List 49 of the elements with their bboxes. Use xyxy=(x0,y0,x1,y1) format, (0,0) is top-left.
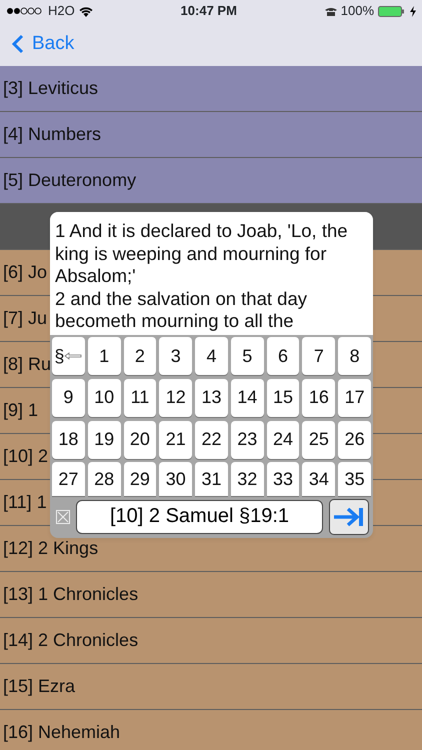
number-key[interactable]: 34 xyxy=(302,462,336,496)
number-key[interactable]: 12 xyxy=(159,378,192,417)
number-key[interactable]: 3 xyxy=(159,337,192,375)
number-key[interactable]: 15 xyxy=(266,378,300,417)
backspace-key[interactable]: § xyxy=(52,337,85,375)
verse-paragraph: 2 and the salvation on that day becometh mourning to all the xyxy=(55,288,308,332)
number-key[interactable]: 30 xyxy=(159,462,192,496)
number-key[interactable]: 18 xyxy=(52,420,85,458)
book-row[interactable]: [3] Leviticus xyxy=(0,66,422,112)
number-key[interactable]: 9 xyxy=(52,378,85,417)
number-key[interactable]: 27 xyxy=(52,462,85,496)
number-key[interactable]: 7 xyxy=(302,337,336,375)
book-row[interactable]: [4] Numbers xyxy=(0,112,422,158)
number-key[interactable]: 25 xyxy=(302,420,336,458)
number-key[interactable]: 5 xyxy=(230,337,264,375)
clock-time: 10:47 PM xyxy=(180,2,238,20)
number-key[interactable]: 4 xyxy=(195,337,228,375)
number-key[interactable]: 31 xyxy=(195,462,228,496)
number-key[interactable]: 6 xyxy=(266,337,300,375)
number-key[interactable]: 11 xyxy=(124,378,156,417)
reference-field[interactable]: [10] 2 Samuel §19:1 xyxy=(76,500,323,534)
book-row[interactable]: [15] Ezra xyxy=(0,664,422,710)
number-key[interactable]: 21 xyxy=(159,420,192,458)
number-key[interactable]: 2 xyxy=(124,337,156,375)
battery-percent: 100% xyxy=(340,2,374,20)
number-key[interactable]: 10 xyxy=(88,378,121,417)
number-key[interactable]: 24 xyxy=(266,420,300,458)
number-key[interactable]: 35 xyxy=(338,462,371,496)
number-key[interactable]: 1 xyxy=(88,337,121,375)
number-key[interactable]: 20 xyxy=(124,420,156,458)
number-key[interactable]: 16 xyxy=(302,378,336,417)
book-row[interactable]: [16] Nehemiah xyxy=(0,710,422,750)
number-key[interactable]: 33 xyxy=(266,462,300,496)
verse-paragraph: 1 And it is declared to Joab, 'Lo, the king is weeping and mourning for Absalom;' xyxy=(55,220,349,288)
book-row[interactable]: [14] 2 Chronicles xyxy=(0,618,422,664)
number-key[interactable]: 13 xyxy=(195,378,228,417)
number-key[interactable]: 26 xyxy=(338,420,371,458)
book-row[interactable]: [5] Deuteronomy xyxy=(0,158,422,204)
number-key[interactable]: 29 xyxy=(124,462,156,496)
number-key[interactable]: 19 xyxy=(88,420,121,458)
number-key[interactable]: 22 xyxy=(195,420,228,458)
number-key[interactable]: 8 xyxy=(338,337,371,375)
book-row[interactable]: [13] 1 Chronicles xyxy=(0,572,422,618)
carrier-name: H2O xyxy=(48,2,75,20)
number-key[interactable]: 23 xyxy=(230,420,264,458)
number-key[interactable]: 14 xyxy=(230,378,264,417)
number-key[interactable]: 28 xyxy=(88,462,121,496)
number-key[interactable]: 17 xyxy=(338,378,371,417)
number-key[interactable]: 32 xyxy=(230,462,264,496)
